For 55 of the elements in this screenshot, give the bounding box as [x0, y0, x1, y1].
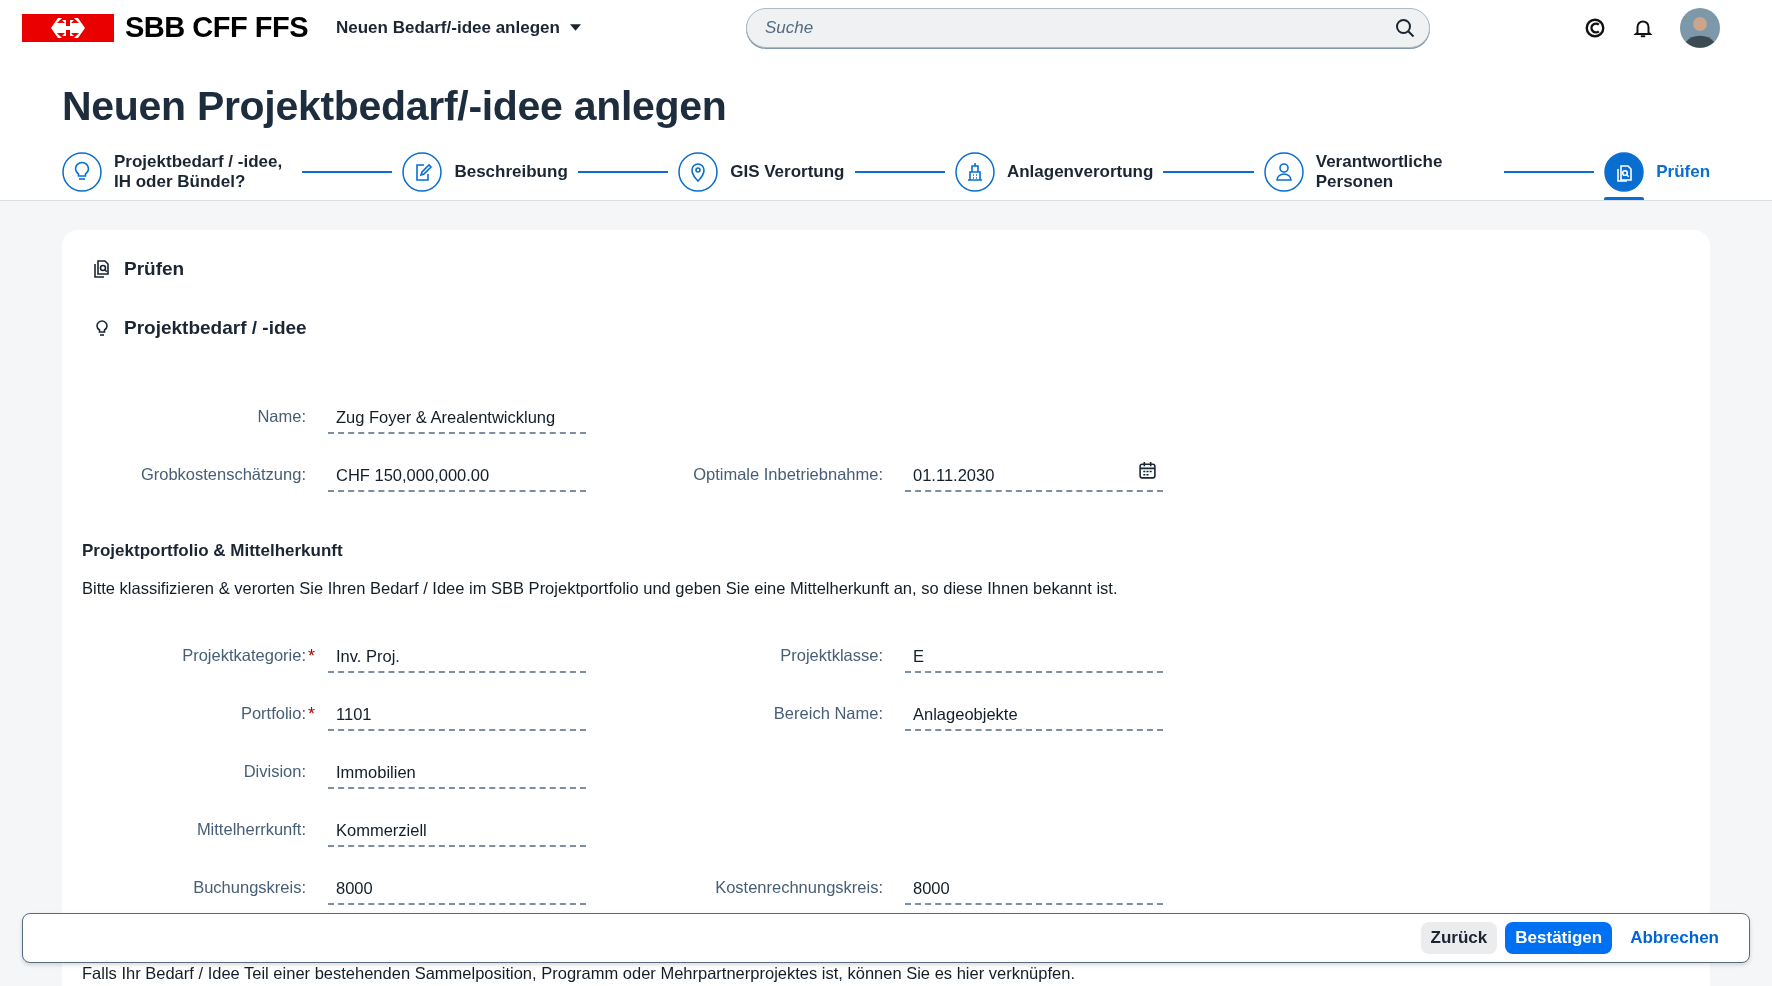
field-label: Buchungskreis: — [192, 878, 306, 898]
field-label: Name: — [256, 407, 306, 427]
field-label: Bereich Name: — [772, 704, 883, 724]
input-field[interactable]: E — [905, 641, 1163, 673]
wizard-step[interactable]: Prüfen — [1604, 144, 1710, 200]
required-mark: * — [307, 646, 316, 668]
wizard-step[interactable]: Projektbedarf / -idee, IH oder Bündel? — [62, 144, 292, 200]
calendar-icon[interactable] — [1138, 460, 1157, 480]
input-field[interactable]: Inv. Proj. — [328, 641, 586, 673]
logo-icon — [22, 13, 114, 42]
page-title: Neuen Projektbedarf/-idee anlegen — [62, 83, 728, 130]
section-description: Bitte klassifizieren & verorten Sie Ihren Bedarf / Idee im SBB Projektportfolio und geben Sie eine Mittelherkunft an, so diese Ihnen bekannt ist. — [82, 579, 1119, 598]
document-search-icon — [1604, 152, 1645, 192]
edit-document-icon — [402, 152, 443, 192]
input-field[interactable]: Kommerziell — [328, 815, 586, 847]
field-label: Division: — [242, 762, 306, 782]
lightbulb-icon — [62, 152, 102, 192]
wizard-step[interactable]: Verantwortliche Personen — [1263, 144, 1494, 200]
field-label: Projektklasse: — [779, 646, 883, 666]
input-field[interactable]: 8000 — [905, 873, 1163, 905]
field-label: Optimale Inbetriebnahme: — [692, 465, 883, 485]
app-title-menu[interactable]: Neuen Bedarf/-idee anlegen — [332, 13, 585, 42]
caret-icon[interactable] — [569, 24, 581, 31]
map-pin-icon — [678, 152, 719, 192]
wizard-step[interactable]: Anlagenverortung — [954, 144, 1154, 200]
search-icon[interactable] — [1395, 17, 1415, 38]
input-field[interactable]: Anlageobjekte — [905, 699, 1163, 731]
avatar-icon[interactable] — [1680, 7, 1720, 48]
input-field[interactable]: CHF 150,000,000.00 — [328, 460, 586, 492]
wizard-step[interactable]: GIS Verortung — [678, 144, 845, 200]
field-label: Mittelherrkunft: — [195, 820, 306, 840]
hint-text: Falls Ihr Bedarf / Idee Teil einer bestehenden Sammelposition, Programm oder Mehrpartnerprojektes ist, können Sie es hier verknüpfen. — [82, 964, 1076, 983]
field-label: Grobkostenschätzung: — [139, 465, 306, 485]
input-field[interactable]: Immobilien — [328, 757, 586, 789]
cancel-link[interactable]: Abbrechen — [1628, 922, 1719, 954]
input-field[interactable]: 01.11.2030 — [905, 460, 1163, 492]
logo-text: SBB CFF FFS — [125, 11, 308, 44]
section-title: Projektportfolio & Mittelherkunft — [82, 541, 344, 561]
field-label: Kostenrechnungskreis: — [714, 878, 883, 898]
building-icon — [954, 152, 995, 192]
field-label: Portfolio: — [239, 704, 306, 724]
document-search-icon — [92, 259, 112, 279]
input-field[interactable]: Zug Foyer & Arealentwicklung — [328, 402, 586, 434]
input-field[interactable]: 8000 — [328, 873, 586, 905]
field-label: Projektkategorie: — [181, 646, 306, 666]
required-mark: * — [307, 704, 316, 726]
card-heading: Prüfen — [124, 258, 185, 280]
search-input[interactable]: Suche — [763, 16, 1395, 39]
wizard-step[interactable]: Beschreibung — [402, 144, 568, 200]
confirm-button[interactable]: Bestätigen — [1505, 922, 1613, 954]
person-icon — [1263, 152, 1304, 192]
input-field[interactable]: 1101 — [328, 699, 586, 731]
back-button[interactable]: Zurück — [1420, 922, 1498, 954]
search-field[interactable]: Suche — [746, 7, 1430, 48]
section-heading: Projektbedarf / -idee — [124, 317, 307, 339]
